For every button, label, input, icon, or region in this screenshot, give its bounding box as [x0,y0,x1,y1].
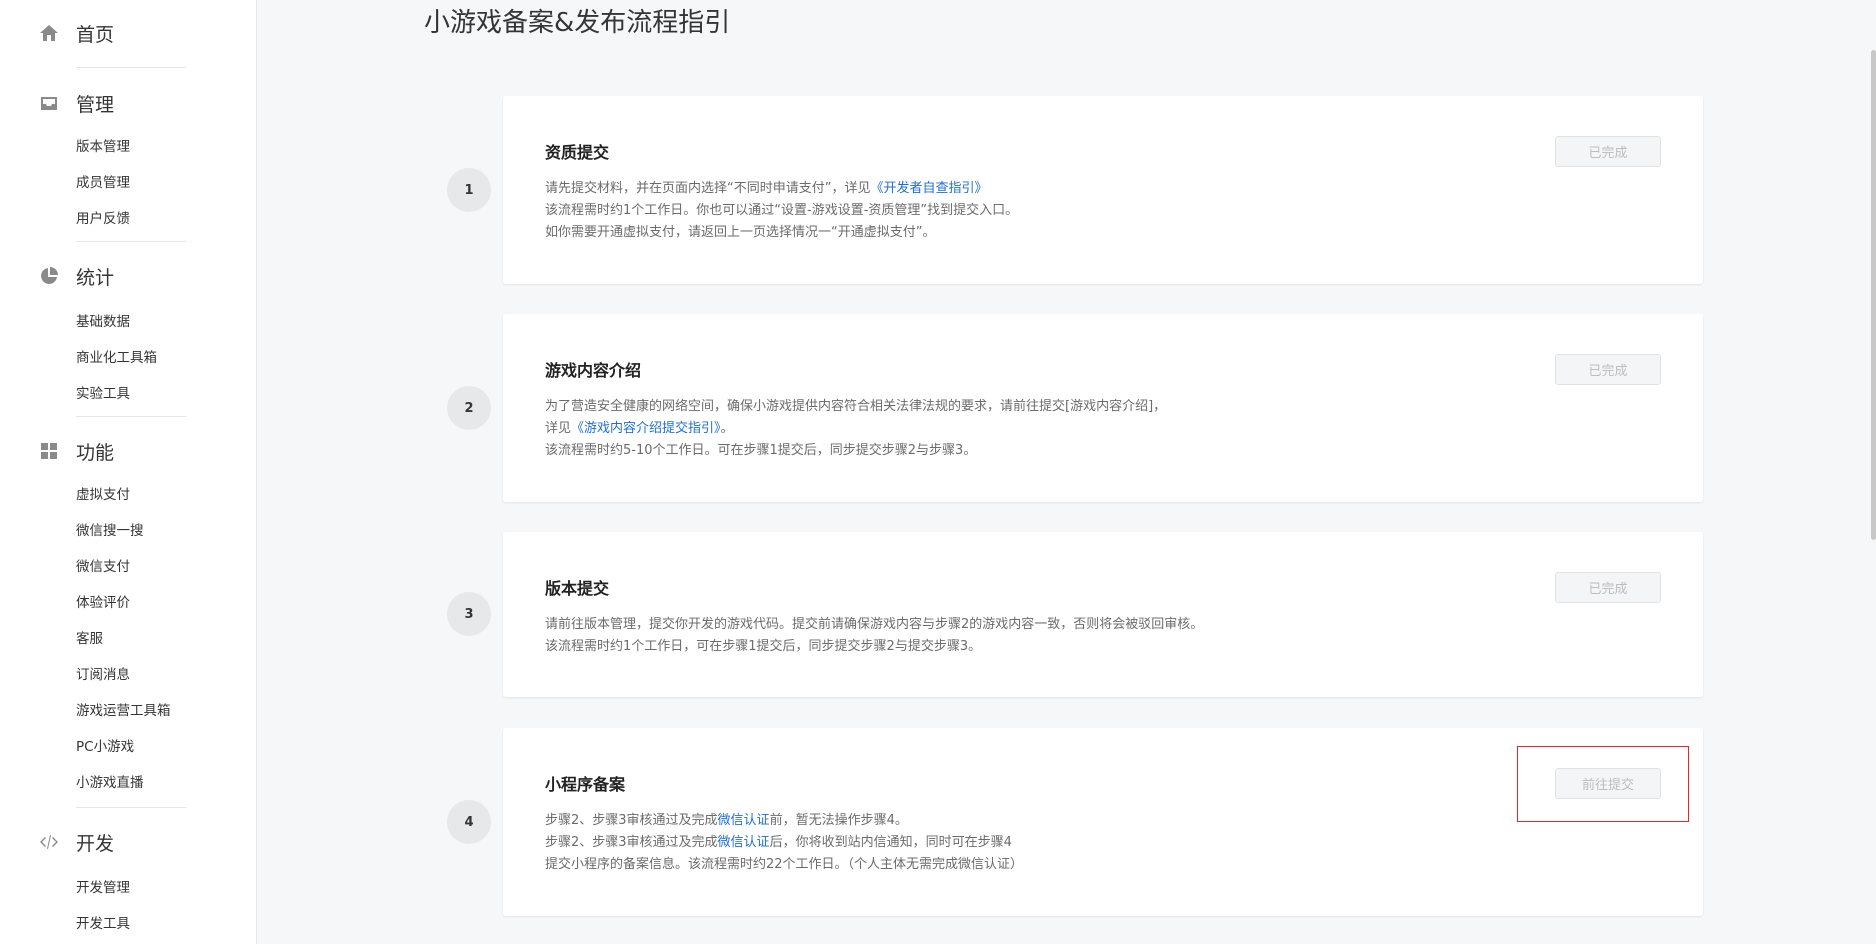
inbox-icon [38,92,60,114]
sidebar-item-label: 管理 [76,93,115,116]
step-title: 资质提交 [545,143,610,162]
sidebar-item-pc-minigame[interactable]: PC小游戏 [0,729,256,765]
desc-text: 步骤2、步骤3审核通过及完成 [545,835,718,850]
sidebar-item-manage[interactable]: 管理 [0,91,256,116]
sidebar-item-subscription-messages[interactable]: 订阅消息 [0,657,256,693]
step-title: 小程序备案 [545,775,626,794]
sidebar-item-label: 功能 [76,441,115,464]
sidebar-item-stats[interactable]: 统计 [0,264,256,289]
step-description: 步骤2、步骤3审核通过及完成微信认证前，暂无法操作步骤4。 步骤2、步骤3审核通… [545,810,1405,876]
step-description: 为了营造安全健康的网络空间，确保小游戏提供内容符合相关法律法规的要求，请前往提交… [545,396,1405,462]
code-icon [38,831,60,853]
sidebar-group-home: 首页 [0,21,256,68]
pie-chart-icon [38,265,60,287]
desc-text: 请先提交材料，并在页面内选择“不同时申请支付”，详见 [545,181,871,196]
step-card-2: 2 游戏内容介绍 为了营造安全健康的网络空间，确保小游戏提供内容符合相关法律法规… [447,314,1703,502]
desc-text: 详见 [545,421,572,436]
sidebar-group-stats: 统计 基础数据 商业化工具箱 实验工具 [0,264,256,417]
step-title: 游戏内容介绍 [545,361,642,380]
desc-text: 为了营造安全健康的网络空间，确保小游戏提供内容符合相关法律法规的要求，请前往提交… [545,399,1167,414]
sidebar-item-features[interactable]: 功能 [0,439,256,464]
sidebar-item-basic-data[interactable]: 基础数据 [0,304,256,340]
step-number: 4 [447,800,491,844]
sidebar-divider [76,67,186,68]
step-number: 1 [447,168,491,212]
desc-text: 该流程需时约1个工作日。你也可以通过“设置-游戏设置-资质管理”找到提交入口。 [545,203,1019,218]
desc-text: 该流程需时约5-10个工作日。可在步骤1提交后，同步提交步骤2与步骤3。 [545,443,977,458]
sidebar-item-user-feedback[interactable]: 用户反馈 [0,201,256,237]
sidebar-item-commercial-toolbox[interactable]: 商业化工具箱 [0,340,256,376]
sidebar-divider [76,416,186,417]
sidebar-item-virtual-payment[interactable]: 虚拟支付 [0,477,256,513]
sidebar-group-manage: 管理 版本管理 成员管理 用户反馈 [0,91,256,242]
sidebar-divider [76,241,186,242]
desc-text: 该流程需时约1个工作日，可在步骤1提交后，同步提交步骤2与提交步骤3。 [545,639,982,654]
step-title: 版本提交 [545,579,610,598]
sidebar-item-dev-tools[interactable]: 开发工具 [0,906,256,942]
sidebar-item-wechat-search[interactable]: 微信搜一搜 [0,513,256,549]
step-completed-button[interactable]: 已完成 [1555,572,1661,603]
sidebar-item-experience-rating[interactable]: 体验评价 [0,585,256,621]
sidebar-item-experiment-tools[interactable]: 实验工具 [0,376,256,412]
desc-text: 后，你将收到站内信通知，同时可在步骤4 [769,835,1012,850]
sidebar-item-customer-service[interactable]: 客服 [0,621,256,657]
sidebar-divider [76,807,186,808]
sidebar-item-home[interactable]: 首页 [0,21,256,46]
desc-text: 请前往版本管理，提交你开发的游戏代码。提交前请确保游戏内容与步骤2的游戏内容一致… [545,617,1204,632]
go-submit-button[interactable]: 前往提交 [1555,768,1661,799]
scrollbar[interactable] [1871,50,1876,540]
sidebar-item-label: 首页 [76,23,115,46]
sidebar-item-wechat-pay[interactable]: 微信支付 [0,549,256,585]
sidebar-item-dev[interactable]: 开发 [0,830,256,855]
desc-text: 前，暂无法操作步骤4。 [769,813,908,828]
step-description: 请先提交材料，并在页面内选择“不同时申请支付”，详见《开发者自查指引》 该流程需… [545,178,1405,244]
sidebar-item-label: 开发 [76,832,115,855]
wechat-verification-link[interactable]: 微信认证 [718,835,770,850]
step-description: 请前往版本管理，提交你开发的游戏代码。提交前请确保游戏内容与步骤2的游戏内容一致… [545,614,1405,658]
desc-text: 。 [720,421,734,436]
sidebar-group-dev: 开发 开发管理 开发工具 [0,830,256,942]
step-card-3: 3 版本提交 请前往版本管理，提交你开发的游戏代码。提交前请确保游戏内容与步骤2… [447,532,1703,697]
sidebar-item-member-management[interactable]: 成员管理 [0,165,256,201]
step-completed-button[interactable]: 已完成 [1555,354,1661,385]
step-card-1: 1 资质提交 请先提交材料，并在页面内选择“不同时申请支付”，详见《开发者自查指… [447,96,1703,284]
sidebar-group-features: 功能 虚拟支付 微信搜一搜 微信支付 体验评价 客服 订阅消息 游戏运营工具箱 … [0,439,256,808]
game-content-guide-link[interactable]: 《游戏内容介绍提交指引》 [571,421,721,436]
desc-text: 步骤2、步骤3审核通过及完成 [545,813,718,828]
developer-self-check-guide-link[interactable]: 《开发者自查指引》 [870,181,987,196]
sidebar-item-version-management[interactable]: 版本管理 [0,129,256,165]
sidebar: 首页 管理 版本管理 成员管理 用户反馈 统计 基础数据 商业化工具箱 实验工具 [0,0,257,944]
wechat-verification-link[interactable]: 微信认证 [718,813,770,828]
sidebar-item-label: 统计 [76,266,115,289]
sidebar-item-dev-management[interactable]: 开发管理 [0,870,256,906]
page-title: 小游戏备案&发布流程指引 [424,8,731,38]
step-number: 3 [447,592,491,636]
desc-text: 提交小程序的备案信息。该流程需时约22个工作日。（个人主体无需完成微信认证） [545,857,1024,872]
sidebar-item-game-ops-toolbox[interactable]: 游戏运营工具箱 [0,693,256,729]
sidebar-item-minigame-live[interactable]: 小游戏直播 [0,765,256,801]
step-completed-button[interactable]: 已完成 [1555,136,1661,167]
home-icon [38,22,60,44]
desc-text: 如你需要开通虚拟支付，请返回上一页选择情况一“开通虚拟支付”。 [545,225,936,240]
step-card-4: 4 小程序备案 步骤2、步骤3审核通过及完成微信认证前，暂无法操作步骤4。 步骤… [447,728,1703,916]
step-number: 2 [447,386,491,430]
grid-icon [38,440,60,462]
